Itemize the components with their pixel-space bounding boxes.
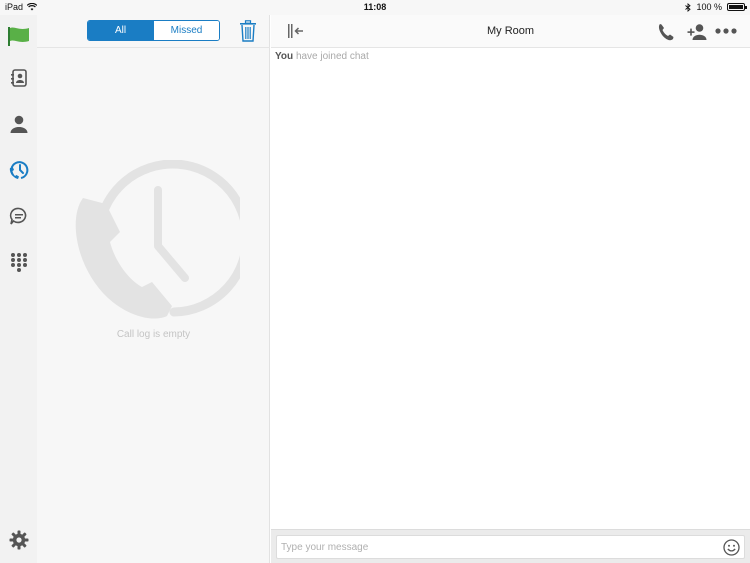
rail-item-directory[interactable]: [6, 65, 32, 91]
bluetooth-icon: [685, 2, 692, 12]
more-options-icon[interactable]: [715, 27, 737, 35]
call-log-header: All Missed: [37, 15, 270, 48]
message-composer: [271, 529, 750, 563]
dialpad-icon: [11, 253, 27, 272]
recent-calls-icon: [9, 161, 29, 179]
rail-item-chat[interactable]: [6, 203, 32, 229]
filter-all-button[interactable]: All: [88, 21, 153, 40]
add-participant-icon[interactable]: [687, 23, 707, 41]
person-icon: [10, 115, 28, 133]
chat-panel: My Room You have joined chat: [271, 15, 750, 563]
phone-icon[interactable]: [657, 23, 675, 41]
call-log-panel: All Missed Call log is empty: [37, 15, 270, 563]
system-message: You have joined chat: [275, 51, 369, 62]
rail-item-settings[interactable]: [6, 527, 32, 553]
battery-percent: 100 %: [696, 2, 722, 12]
green-flag-icon: [8, 27, 29, 46]
system-message-actor: You: [275, 51, 294, 62]
status-right: 100 %: [685, 2, 747, 12]
gear-icon: [9, 530, 29, 550]
call-filter-segmented-control: All Missed: [87, 20, 220, 41]
empty-call-log-illustration: [75, 160, 240, 319]
room-title: My Room: [486, 25, 535, 37]
status-time: 11:08: [363, 2, 387, 12]
trash-icon[interactable]: [239, 20, 257, 42]
message-input[interactable]: [276, 535, 745, 559]
filter-missed-button[interactable]: Missed: [153, 21, 219, 40]
left-nav-rail: [0, 15, 37, 563]
system-message-text: have joined chat: [295, 51, 369, 62]
battery-icon: [727, 3, 747, 11]
status-bar: iPad 11:08 100 %: [0, 0, 750, 15]
app-screen: iPad 11:08 100 % All Missed Call log is …: [0, 0, 750, 563]
chat-bubble-icon: [9, 207, 27, 225]
contacts-directory-icon: [11, 69, 27, 87]
rail-item-dialpad[interactable]: [6, 249, 32, 275]
rail-item-recents[interactable]: [6, 157, 32, 183]
rail-item-flag[interactable]: [6, 23, 32, 49]
chat-header: My Room: [271, 15, 750, 48]
rail-item-contacts[interactable]: [6, 111, 32, 137]
empty-state-text: Call log is empty: [116, 329, 191, 340]
emoji-icon[interactable]: [723, 539, 740, 556]
